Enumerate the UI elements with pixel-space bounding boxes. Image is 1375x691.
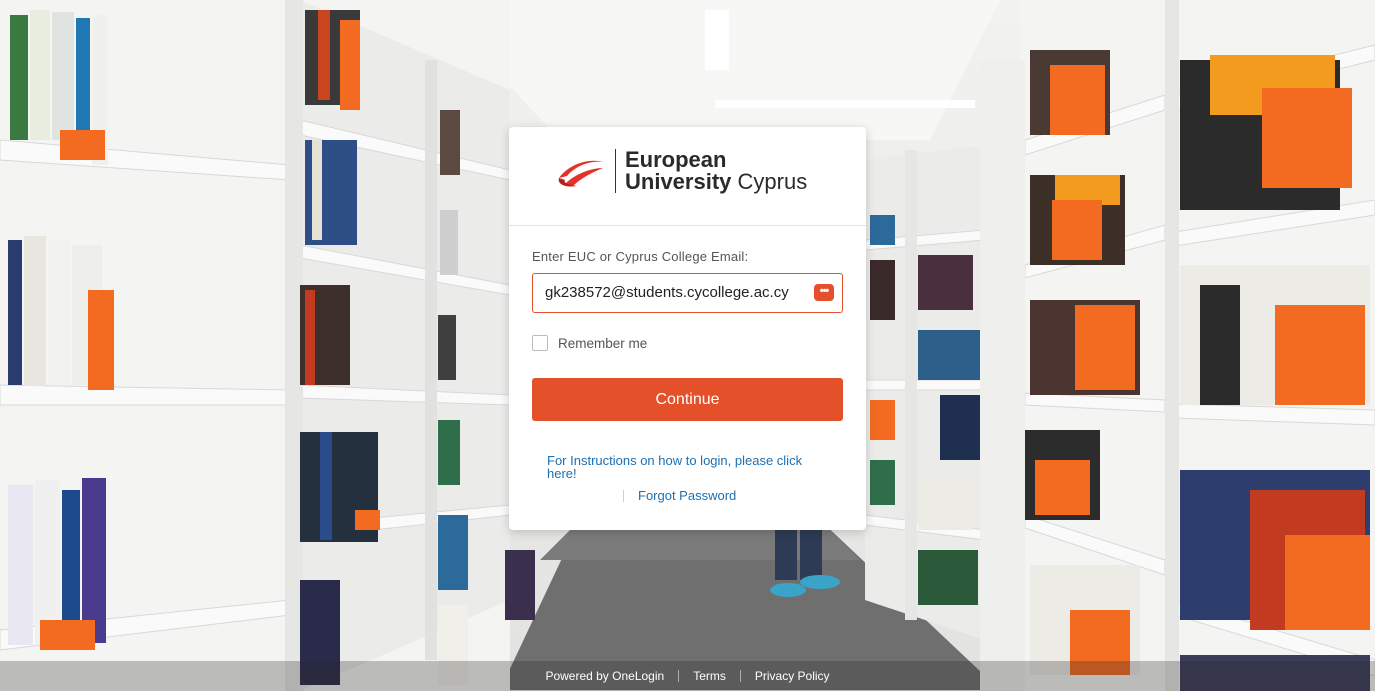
remember-me-checkbox[interactable] — [532, 335, 548, 351]
logo-cyprus: Cyprus — [737, 169, 808, 194]
euc-swoosh-icon — [558, 160, 603, 187]
login-card: European University Cyprus Enter EUC or … — [509, 127, 866, 530]
card-header: European University Cyprus — [509, 127, 866, 226]
email-input[interactable] — [545, 274, 807, 311]
forgot-password-link[interactable]: Forgot Password — [638, 488, 736, 503]
logo-university: University — [625, 169, 732, 194]
login-instructions-link[interactable]: For Instructions on how to login, please… — [547, 454, 827, 480]
privacy-policy-link[interactable]: Privacy Policy — [755, 669, 830, 683]
euc-logo: European University Cyprus — [555, 149, 807, 193]
email-field[interactable]: ••• — [532, 273, 843, 313]
logo-line1: European — [625, 147, 727, 172]
footer-separator — [739, 670, 741, 682]
footer-bar: Powered by OneLogin Terms Privacy Policy — [0, 661, 1375, 691]
logo-wordmark: European University Cyprus — [625, 149, 807, 193]
terms-link[interactable]: Terms — [693, 669, 726, 683]
powered-by-onelogin-link[interactable]: Powered by OneLogin — [545, 669, 664, 683]
remember-me-label[interactable]: Remember me — [558, 336, 647, 351]
continue-button[interactable]: Continue — [532, 378, 843, 421]
remember-me-row[interactable]: Remember me — [532, 335, 647, 351]
logo-line2: University Cyprus — [625, 171, 807, 193]
password-manager-icon[interactable]: ••• — [814, 284, 834, 301]
forgot-password-row: Forgot Password — [623, 488, 736, 503]
footer-separator — [678, 670, 680, 682]
email-label: Enter EUC or Cyprus College Email: — [532, 249, 749, 264]
link-separator — [623, 489, 624, 502]
logo-divider — [615, 149, 616, 193]
